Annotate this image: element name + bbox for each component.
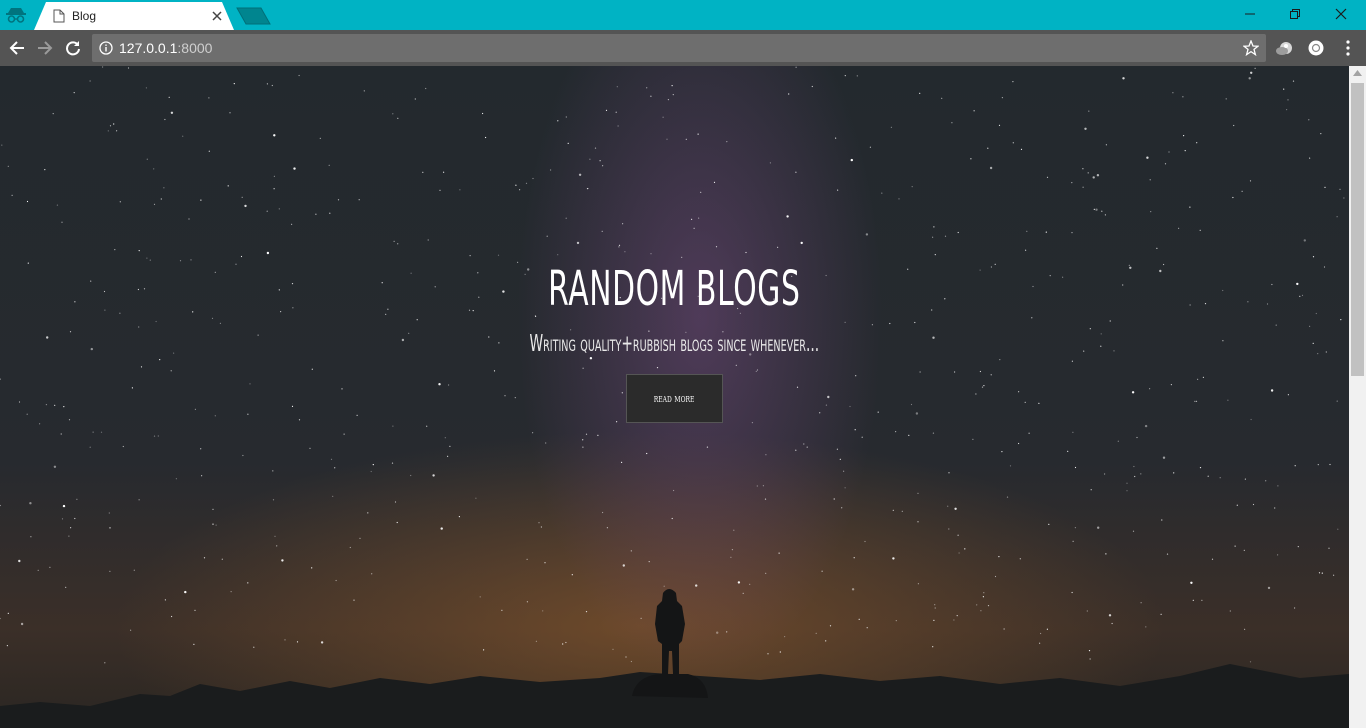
tab-strip: Blog (0, 0, 1366, 30)
url-host: 127.0.0.1 (119, 40, 178, 56)
url-port: :8000 (177, 40, 213, 56)
minimize-icon (1245, 13, 1255, 15)
scrollbar-thumb[interactable] (1351, 83, 1364, 376)
vertical-scrollbar[interactable] (1349, 66, 1366, 728)
reload-button[interactable] (62, 37, 84, 59)
menu-button[interactable] (1338, 38, 1358, 58)
forward-button[interactable] (34, 37, 56, 59)
read-more-label: READ MORE (654, 392, 695, 405)
back-button[interactable] (6, 37, 28, 59)
kebab-menu-icon (1346, 40, 1350, 56)
url-text[interactable]: 127.0.0.1:8000 (119, 40, 212, 56)
restore-icon (1290, 9, 1300, 19)
address-bar[interactable]: 127.0.0.1:8000 (92, 34, 1266, 62)
tab-title: Blog (72, 9, 97, 23)
read-more-button[interactable]: READ MORE (626, 374, 723, 423)
scroll-up-arrow-icon[interactable] (1353, 70, 1362, 76)
extension-cloud-button[interactable] (1274, 38, 1294, 58)
tab-blog[interactable]: Blog (34, 2, 234, 30)
restore-button[interactable] (1272, 0, 1318, 28)
forward-arrow-icon (38, 41, 53, 55)
incognito-icon (6, 8, 26, 23)
close-icon[interactable] (210, 9, 224, 23)
minimize-button[interactable] (1227, 0, 1273, 28)
reload-icon (66, 41, 80, 56)
close-window-button[interactable] (1318, 0, 1364, 28)
cloud-extension-icon (1276, 42, 1292, 55)
star-icon[interactable] (1243, 40, 1259, 56)
extension-profile-button[interactable] (1306, 38, 1326, 58)
page-icon (53, 9, 65, 23)
back-arrow-icon (9, 41, 24, 55)
close-window-icon (1335, 8, 1347, 20)
page-viewport: RANDOM BLOGS Writing quality+rubbish blo… (0, 66, 1349, 728)
toolbar: 127.0.0.1:8000 (0, 30, 1366, 66)
hero-subtitle: Writing quality+rubbish blogs since when… (529, 331, 820, 357)
info-icon[interactable] (99, 41, 113, 55)
new-tab-icon[interactable] (236, 7, 272, 25)
profile-extension-icon (1308, 40, 1324, 56)
hero-title: RANDOM BLOGS (548, 261, 801, 317)
